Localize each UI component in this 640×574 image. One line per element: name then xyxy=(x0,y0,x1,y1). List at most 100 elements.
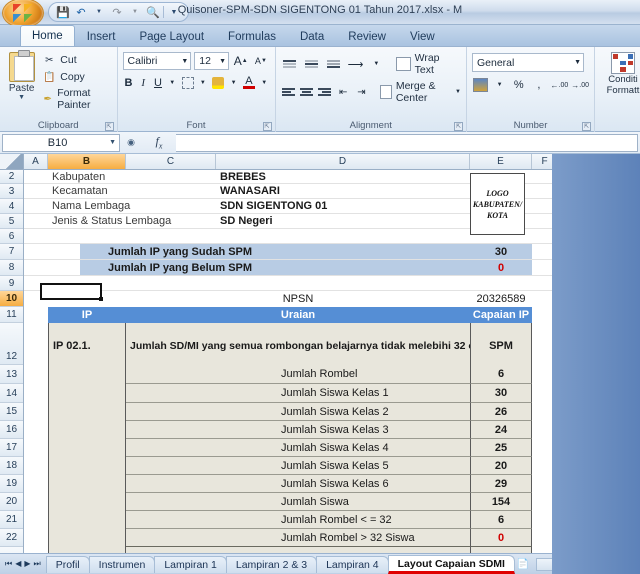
name-box-caret-icon[interactable]: ▼ xyxy=(109,139,116,146)
cell-a19[interactable] xyxy=(24,475,48,493)
cell-a7[interactable] xyxy=(24,244,80,259)
italic-button[interactable]: I xyxy=(137,74,149,92)
align-middle-button[interactable] xyxy=(302,55,321,73)
shrink-font-button[interactable]: A ▼ xyxy=(252,52,269,70)
align-right-button[interactable] xyxy=(317,83,332,101)
number-format-caret-icon[interactable]: ▼ xyxy=(574,59,581,66)
cell-a4[interactable] xyxy=(24,199,48,213)
select-all-corner[interactable] xyxy=(0,154,24,169)
indicator-row[interactable]: IP 02.1. Jumlah SD/MI yang semua rombong… xyxy=(24,323,640,365)
row-header-16[interactable]: 16 xyxy=(0,421,23,439)
detail-label-20[interactable]: Jumlah Siswa xyxy=(126,493,470,511)
cell-a15[interactable] xyxy=(24,403,48,421)
cell-d5-value[interactable]: SD Negeri xyxy=(216,214,470,228)
cell-row6-blank[interactable] xyxy=(24,229,470,243)
decrease-indent-button[interactable]: ⇤ xyxy=(336,83,351,101)
row-header-10[interactable]: 10 xyxy=(0,291,23,307)
first-sheet-icon[interactable]: ⏮ xyxy=(5,559,12,569)
cell-a3[interactable] xyxy=(24,184,48,198)
sheet-tab-profil[interactable]: Profil xyxy=(45,555,90,573)
column-header-e[interactable]: E xyxy=(470,154,532,169)
align-left-button[interactable] xyxy=(281,83,296,101)
column-header-b[interactable]: B xyxy=(48,154,126,169)
row-header-15[interactable]: 15 xyxy=(0,403,23,421)
font-dialog-launcher[interactable]: ⇱ xyxy=(262,122,272,131)
row-header-8[interactable]: 8 xyxy=(0,260,23,276)
percent-format-button[interactable]: % xyxy=(510,76,527,94)
row-header-2[interactable]: 2 xyxy=(0,170,23,184)
number-dialog-launcher[interactable]: ⇱ xyxy=(582,122,591,131)
ribbon-tab-data[interactable]: Data xyxy=(288,27,336,46)
table-row[interactable] xyxy=(24,229,640,244)
cell-b17[interactable] xyxy=(48,439,126,457)
row-header-18[interactable]: 18 xyxy=(0,457,23,475)
cell-b5-label[interactable]: Jenis & Status Lembaga xyxy=(48,214,216,228)
row-header-9[interactable]: 9 xyxy=(0,276,23,291)
sheet-tab-lampiran-4[interactable]: Lampiran 4 xyxy=(316,555,389,573)
column-header-a[interactable]: A xyxy=(24,154,48,169)
fill-color-button[interactable] xyxy=(211,74,225,92)
ribbon-tab-home[interactable]: Home xyxy=(20,25,75,46)
detail-value-19[interactable]: 29 xyxy=(470,475,532,493)
font-name-caret-icon[interactable]: ▼ xyxy=(181,58,188,65)
detail-value-21[interactable]: 6 xyxy=(470,511,532,529)
detail-value-16[interactable]: 24 xyxy=(470,421,532,439)
prev-sheet-icon[interactable]: ◀ xyxy=(15,559,21,569)
grow-font-button[interactable]: A ▲ xyxy=(232,52,249,70)
cell-a14[interactable] xyxy=(24,384,48,403)
cell-a16[interactable] xyxy=(24,421,48,439)
detail-label-22[interactable]: Jumlah Rombel > 32 Siswa xyxy=(126,529,470,547)
active-cell-selection[interactable] xyxy=(40,283,103,301)
logo-placeholder-box[interactable]: LOGO KABUPATEN/ KOTA xyxy=(470,173,525,235)
ribbon-tab-formulas[interactable]: Formulas xyxy=(216,27,288,46)
ribbon-tab-page-layout[interactable]: Page Layout xyxy=(127,27,216,46)
ribbon-tab-insert[interactable]: Insert xyxy=(75,27,128,46)
cell-npsn-label[interactable]: NPSN xyxy=(126,291,470,307)
cell-b21[interactable] xyxy=(48,511,126,529)
row-header-13[interactable]: 13 xyxy=(0,365,23,384)
cell-d3-value[interactable]: WANASARI xyxy=(216,184,470,198)
indicator-1-code[interactable]: IP 02.1. xyxy=(48,323,126,365)
sheet-tab-instrumen[interactable]: Instrumen xyxy=(88,555,156,573)
clipboard-dialog-launcher[interactable]: ⇱ xyxy=(104,122,114,131)
indicator-1-capaian[interactable]: SPM xyxy=(470,323,532,365)
next-sheet-icon[interactable]: ▶ xyxy=(24,559,30,569)
table-row[interactable]: Kabupaten BREBES xyxy=(24,170,640,184)
font-size-combo[interactable]: 12 ▼ xyxy=(194,52,230,70)
sheet-tab-lampiran-1[interactable]: Lampiran 1 xyxy=(154,555,227,573)
cell-d4-value[interactable]: SDN SIGENTONG 01 xyxy=(216,199,470,213)
table-row[interactable]: Jenis & Status Lembaga SD Negeri xyxy=(24,214,640,229)
cell-a12[interactable] xyxy=(24,323,48,365)
font-color-button[interactable]: A xyxy=(242,74,256,92)
fill-handle[interactable] xyxy=(99,297,103,301)
align-bottom-button[interactable] xyxy=(324,55,343,73)
insert-function-icon[interactable]: fx xyxy=(142,134,176,150)
cell-a18[interactable] xyxy=(24,457,48,475)
row-header-20[interactable]: 20 xyxy=(0,493,23,511)
header-uraian[interactable]: Uraian xyxy=(126,307,470,323)
row-header-21[interactable]: 21 xyxy=(0,511,23,529)
font-color-dropdown-icon[interactable]: ▼ xyxy=(259,74,270,92)
name-box[interactable]: B10 ▼ xyxy=(2,133,120,152)
wrap-text-button[interactable]: Wrap Text xyxy=(395,52,461,76)
row-header-6[interactable]: 6 xyxy=(0,229,23,244)
column-header-d[interactable]: D xyxy=(216,154,470,169)
cell-a5[interactable] xyxy=(24,214,48,228)
orientation-dropdown-icon[interactable]: ▼ xyxy=(368,55,385,73)
accounting-format-button[interactable] xyxy=(472,76,489,94)
row-header-4[interactable]: 4 xyxy=(0,199,23,214)
sheet-tab-layout-capaian-sdmi[interactable]: Layout Capaian SDMI xyxy=(387,554,515,574)
conditional-formatting-button[interactable]: Conditi Formatt xyxy=(600,50,640,96)
cell-a22[interactable] xyxy=(24,529,48,547)
cell-b8-label[interactable]: Jumlah IP yang Belum SPM xyxy=(80,260,470,275)
detail-label-18[interactable]: Jumlah Siswa Kelas 5 xyxy=(126,457,470,475)
formula-bar-expand-icon[interactable]: ◉ xyxy=(120,137,142,148)
cell-b16[interactable] xyxy=(48,421,126,439)
row-header-12[interactable]: 12 xyxy=(0,323,23,365)
ribbon-tab-view[interactable]: View xyxy=(398,27,447,46)
detail-value-13[interactable]: 6 xyxy=(470,365,532,384)
align-top-button[interactable] xyxy=(281,55,300,73)
table-row[interactable]: Jumlah Rombel < = 32 6 xyxy=(24,511,640,529)
underline-dropdown-icon[interactable]: ▼ xyxy=(167,74,178,92)
borders-dropdown-icon[interactable]: ▼ xyxy=(198,74,209,92)
